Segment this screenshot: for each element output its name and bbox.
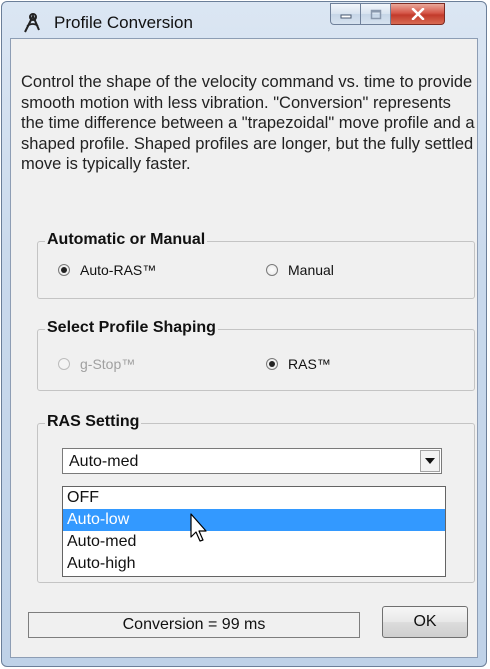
close-icon <box>411 8 424 20</box>
ok-button[interactable]: OK <box>382 606 468 638</box>
ras-radio[interactable]: RAS™ <box>266 356 331 372</box>
compass-icon <box>24 13 40 33</box>
title-bar[interactable]: Profile Conversion <box>2 2 486 36</box>
window-title: Profile Conversion <box>54 13 193 32</box>
radio-indicator <box>266 264 278 276</box>
radio-label: g-Stop™ <box>80 356 136 372</box>
radio-label: Manual <box>288 262 334 278</box>
selected-value: Auto-med <box>69 453 139 470</box>
manual-radio[interactable]: Manual <box>266 262 334 278</box>
radio-indicator <box>266 358 278 370</box>
shaping-group-label: Select Profile Shaping <box>45 319 218 337</box>
radio-label: Auto-RAS™ <box>80 262 157 278</box>
conversion-status: Conversion = 99 ms <box>28 612 360 638</box>
g-stop-radio[interactable]: g-Stop™ <box>58 356 135 372</box>
minimize-icon <box>340 14 351 19</box>
maximize-button[interactable] <box>361 3 391 25</box>
ras-setting-dropdown-list: OFF Auto-low Auto-med Auto-high <box>62 486 446 577</box>
option-off[interactable]: OFF <box>63 487 445 509</box>
dropdown-button[interactable] <box>420 450 440 472</box>
description-text: Control the shape of the velocity comman… <box>21 73 475 173</box>
ras-setting-select[interactable]: Auto-med <box>62 448 442 474</box>
chevron-down-icon <box>425 458 435 464</box>
mode-groupbox: Automatic or Manual Auto-RAS™ Manual <box>37 231 475 299</box>
radio-indicator <box>58 358 70 370</box>
option-auto-low[interactable]: Auto-low <box>63 509 445 531</box>
option-auto-med[interactable]: Auto-med <box>63 531 445 553</box>
window-controls <box>330 3 445 25</box>
option-auto-high[interactable]: Auto-high <box>63 553 445 575</box>
shaping-groupbox: Select Profile Shaping g-Stop™ RAS™ <box>37 319 475 391</box>
minimize-button[interactable] <box>330 3 361 25</box>
close-button[interactable] <box>391 3 445 25</box>
mouse-pointer-icon <box>190 513 207 542</box>
maximize-icon <box>370 9 381 19</box>
ras-setting-group-label: RAS Setting <box>45 413 142 431</box>
auto-ras-radio[interactable]: Auto-RAS™ <box>58 262 156 278</box>
mode-group-label: Automatic or Manual <box>45 231 208 249</box>
radio-indicator <box>58 264 70 276</box>
radio-label: RAS™ <box>288 356 331 372</box>
